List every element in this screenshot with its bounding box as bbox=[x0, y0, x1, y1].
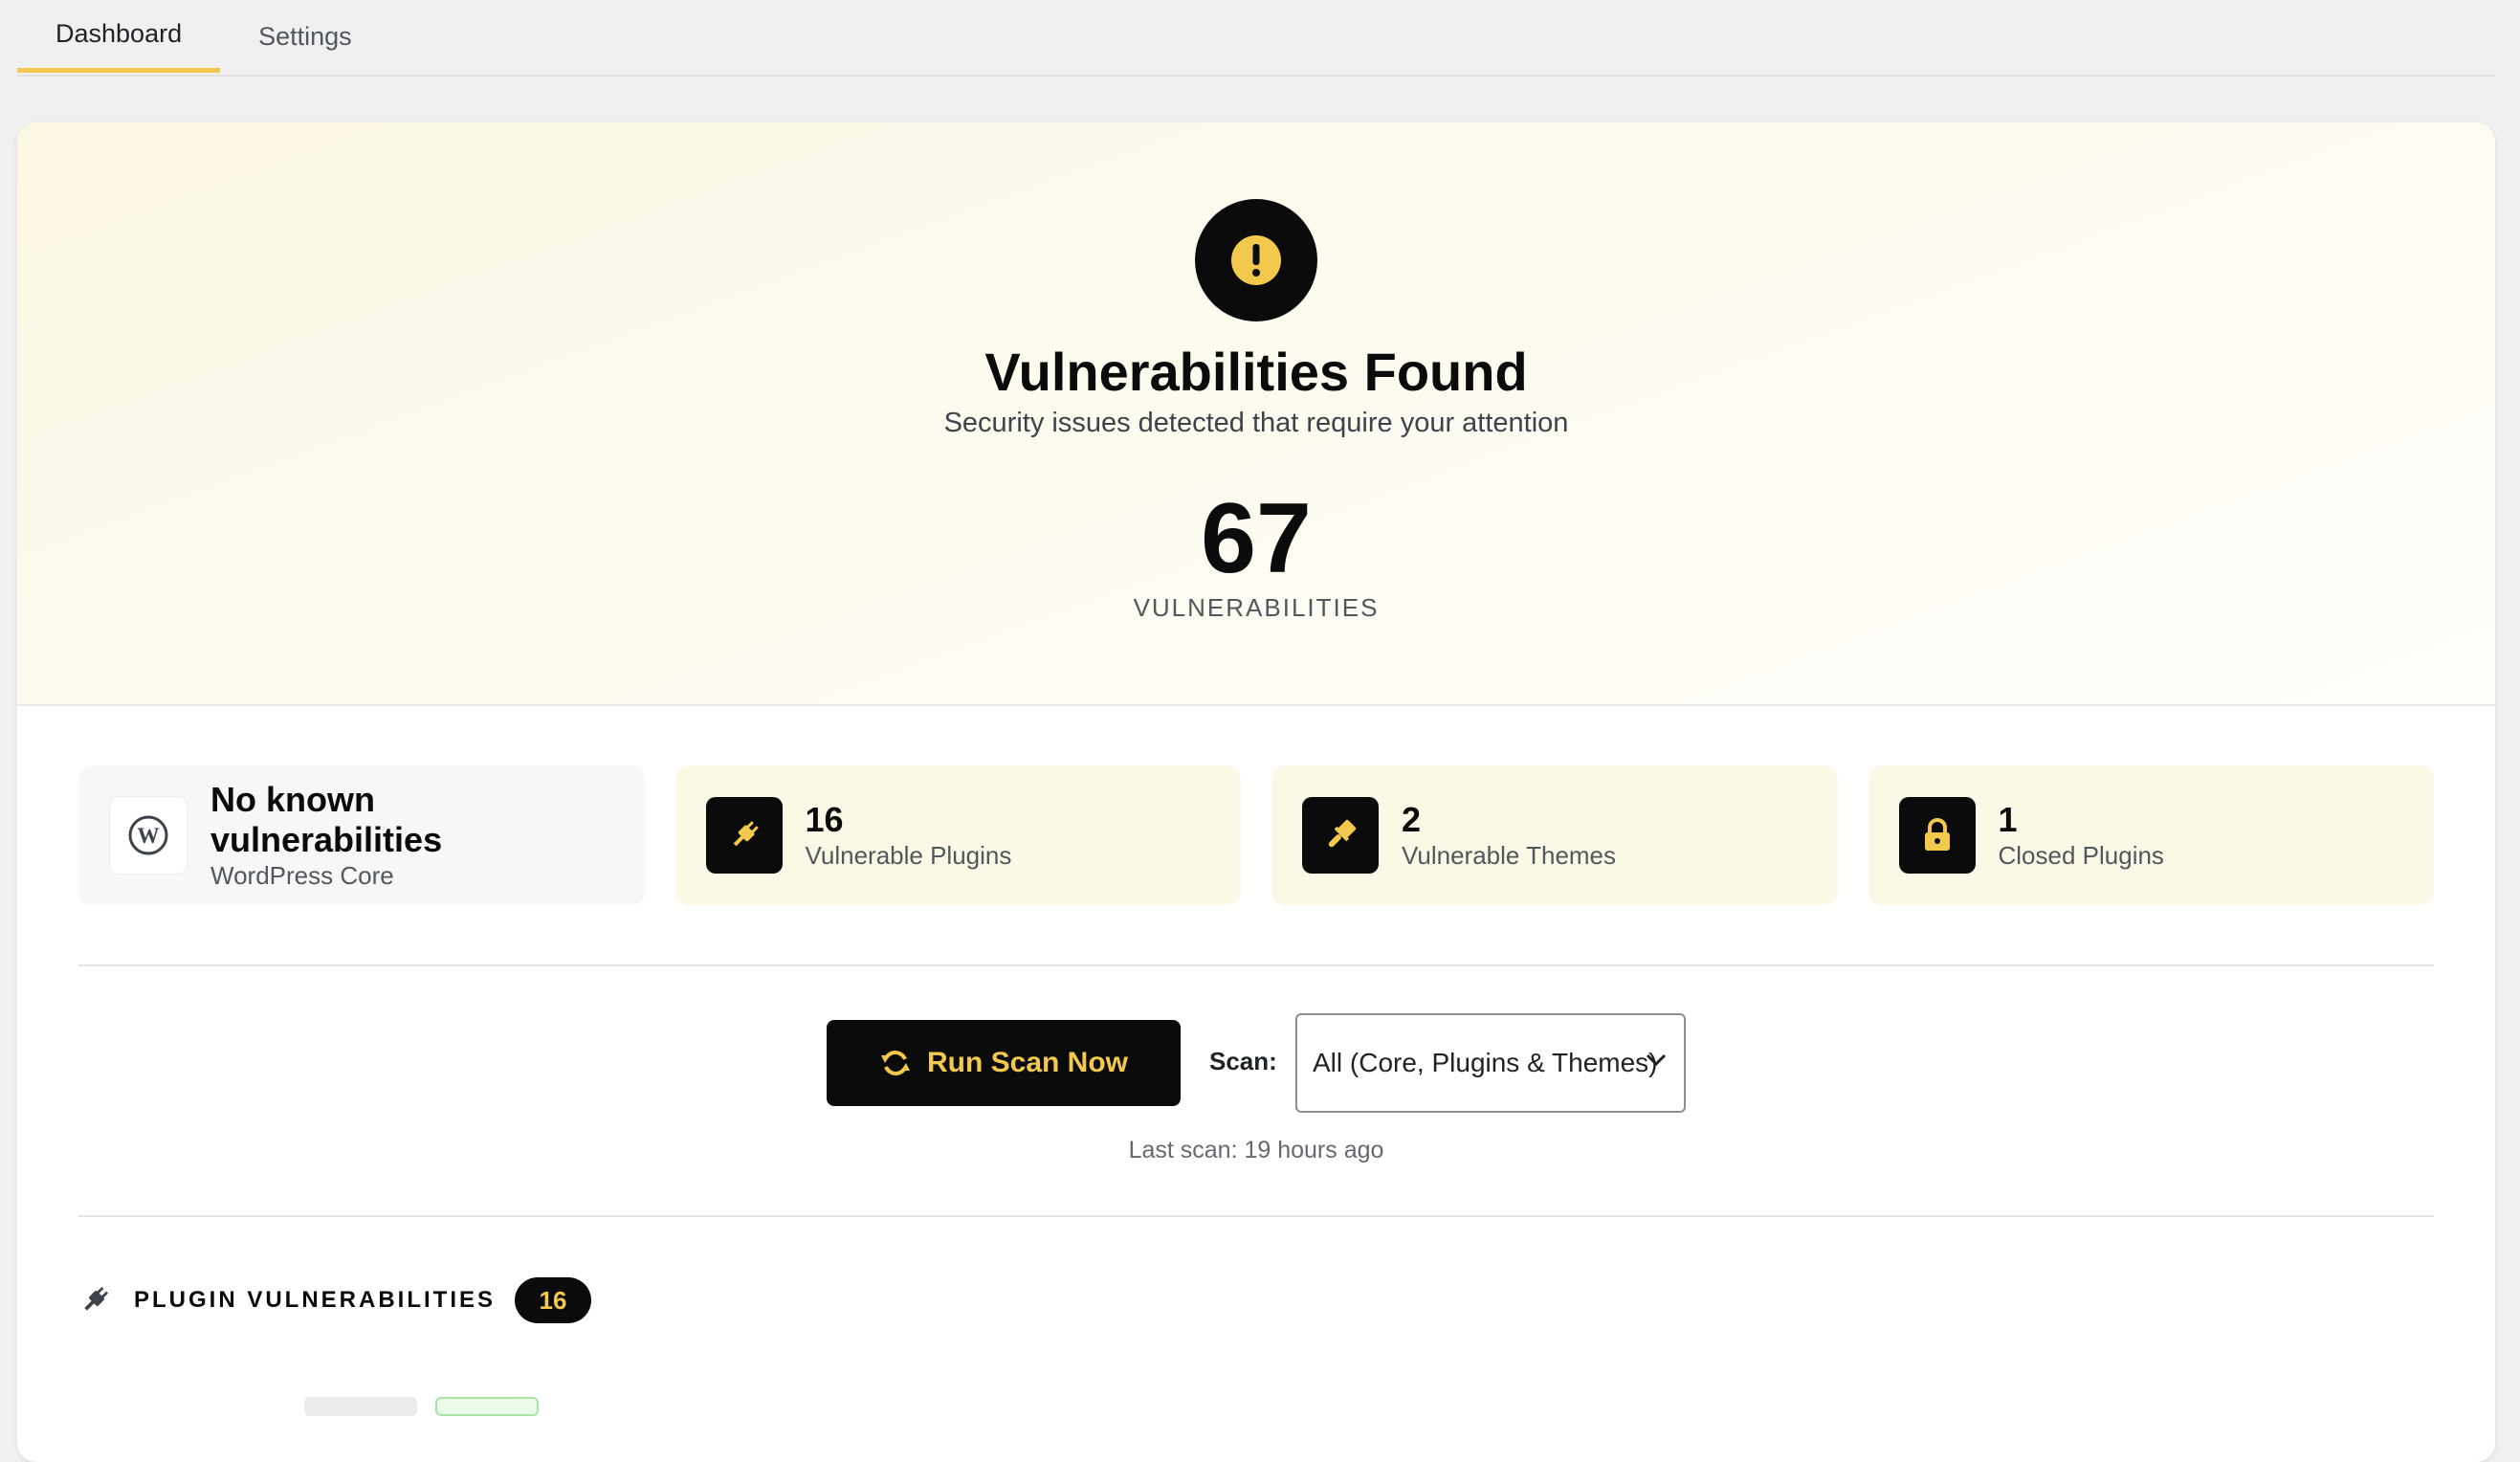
plugin-vulnerabilities-header: PLUGIN VULNERABILITIES 16 bbox=[78, 1275, 592, 1325]
tab-bar: Dashboard Settings bbox=[17, 0, 2495, 77]
chevron-down-icon bbox=[1646, 1053, 1667, 1067]
divider bbox=[78, 964, 2434, 966]
run-scan-label: Run Scan Now bbox=[926, 1047, 1128, 1078]
vulnerability-count-label: VULNERABILITIES bbox=[1133, 593, 1380, 622]
refresh-icon bbox=[880, 1051, 910, 1075]
stat-value: 2 bbox=[1402, 799, 1422, 839]
dashboard-panel: Vulnerabilities Found Security issues de… bbox=[17, 122, 2495, 1462]
svg-text:W: W bbox=[138, 824, 160, 848]
plug-icon bbox=[84, 1286, 109, 1311]
stat-card-wordpress-core[interactable]: W No known vulnerabilities WordPress Cor… bbox=[78, 765, 645, 905]
section-title: PLUGIN VULNERABILITIES bbox=[134, 1287, 497, 1313]
summary-subtitle: Security issues detected that require yo… bbox=[943, 408, 1569, 438]
vulnerability-summary: Vulnerabilities Found Security issues de… bbox=[17, 122, 2495, 706]
stat-card-plugins[interactable]: 16 Vulnerable Plugins bbox=[674, 765, 1241, 905]
stat-value: 1 bbox=[1998, 799, 2018, 839]
scan-scope-select[interactable]: All (Core, Plugins & Themes) bbox=[1295, 1013, 1686, 1113]
scan-scope-value: All (Core, Plugins & Themes) bbox=[1313, 1048, 1658, 1077]
paintbrush-icon bbox=[1302, 797, 1379, 874]
lock-icon bbox=[1898, 797, 1976, 874]
tab-dashboard[interactable]: Dashboard bbox=[17, 0, 221, 73]
vulnerability-count: 67 bbox=[1201, 483, 1312, 594]
wordpress-icon: W bbox=[109, 796, 188, 875]
last-scan-time: Last scan: 19 hours ago bbox=[1128, 1137, 1384, 1163]
count-badge: 16 bbox=[515, 1277, 592, 1323]
stat-value: No known vulnerabilities bbox=[210, 780, 443, 859]
stat-card-closed-plugins[interactable]: 1 Closed Plugins bbox=[1868, 765, 2434, 905]
stat-value: 16 bbox=[805, 799, 844, 839]
divider bbox=[78, 1215, 2434, 1217]
stat-label: Closed Plugins bbox=[1998, 841, 2164, 871]
exclamation-icon bbox=[1195, 199, 1317, 321]
plug-icon bbox=[705, 797, 783, 874]
tab-settings[interactable]: Settings bbox=[220, 0, 390, 73]
summary-title: Vulnerabilities Found bbox=[984, 342, 1528, 402]
stat-label: WordPress Core bbox=[210, 860, 394, 890]
stats-row: W No known vulnerabilities WordPress Cor… bbox=[78, 765, 2434, 905]
stat-label: Vulnerable Plugins bbox=[805, 841, 1012, 871]
scan-select-label: Scan: bbox=[1209, 1047, 1277, 1075]
tag-chip bbox=[435, 1397, 539, 1416]
run-scan-button[interactable]: Run Scan Now bbox=[827, 1020, 1181, 1106]
tag-chip bbox=[304, 1397, 417, 1416]
stat-card-themes[interactable]: 2 Vulnerable Themes bbox=[1271, 765, 1838, 905]
stat-label: Vulnerable Themes bbox=[1402, 841, 1617, 871]
